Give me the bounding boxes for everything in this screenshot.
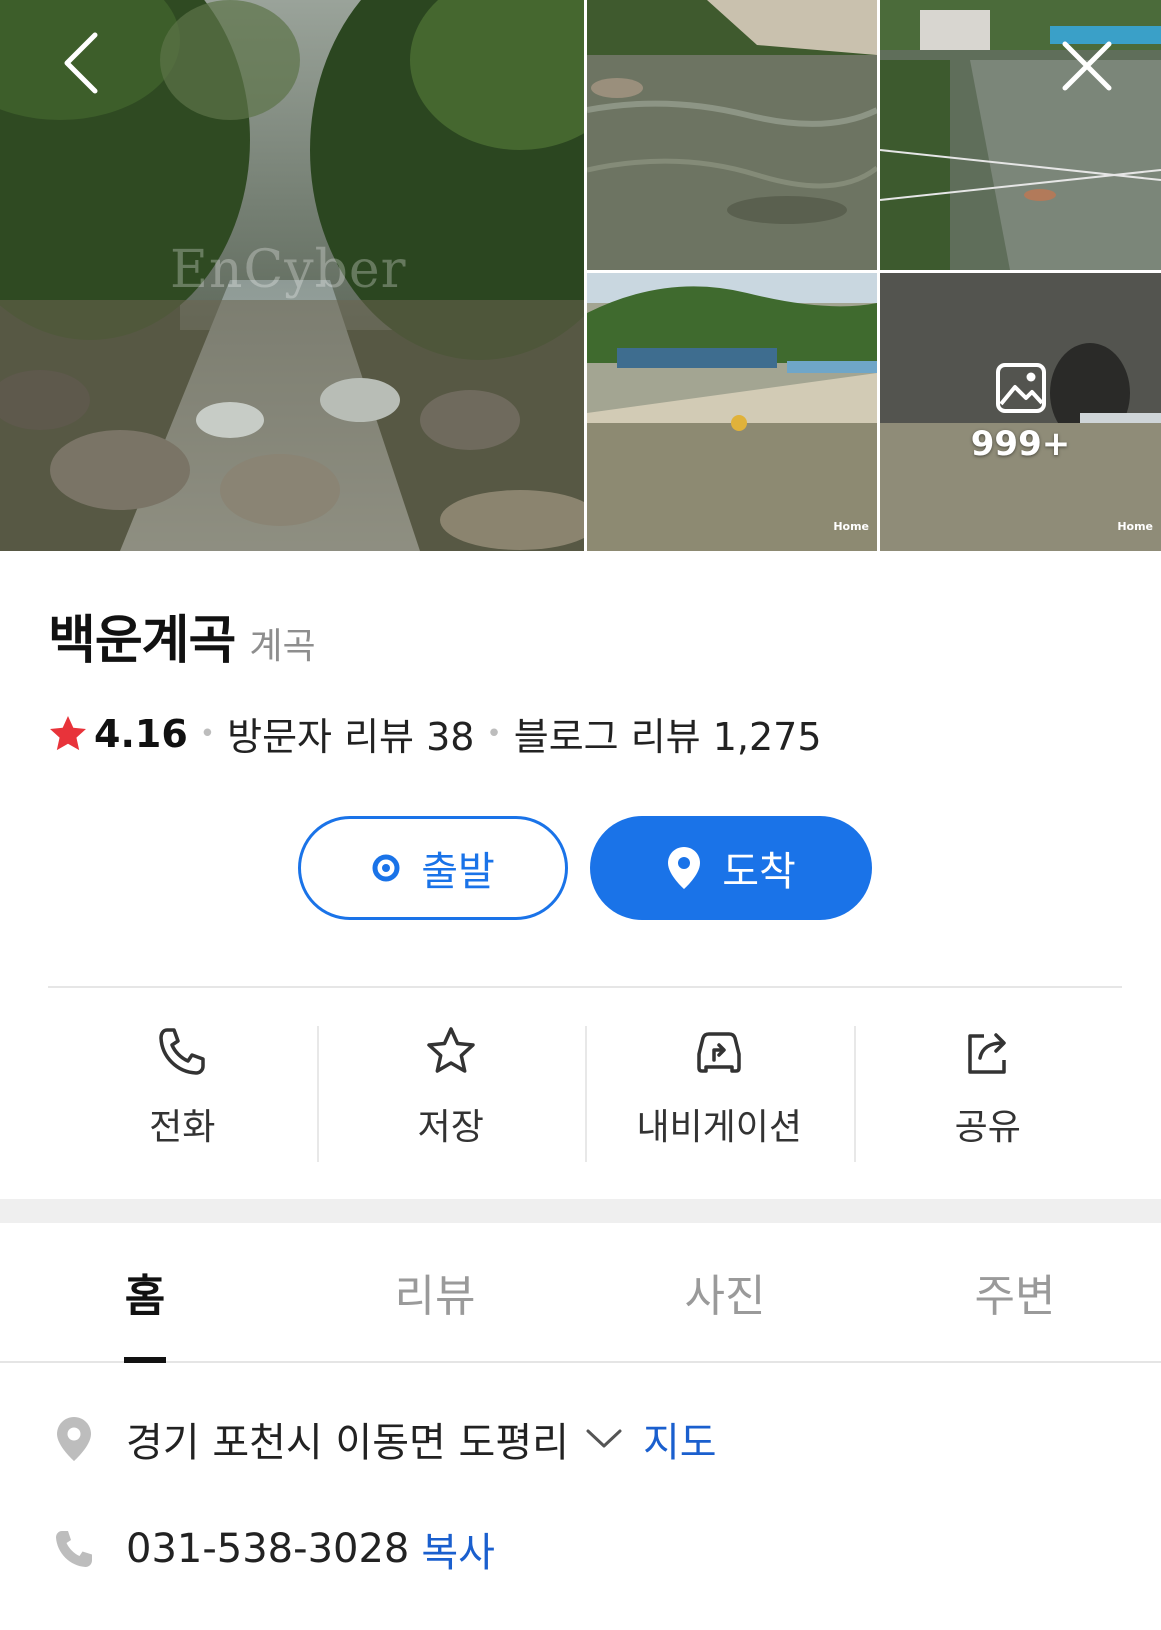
map-pin-icon xyxy=(666,845,702,891)
arrive-button[interactable]: 도착 xyxy=(590,816,872,920)
gallery-photo[interactable]: Home xyxy=(587,273,877,551)
place-category: 계곡 xyxy=(249,626,316,667)
chevron-down-icon[interactable] xyxy=(585,1428,623,1450)
star-outline-icon xyxy=(423,1024,479,1084)
close-icon xyxy=(1061,40,1113,96)
address-text: 경기 포천시 이동면 도평리 xyxy=(126,1420,569,1466)
call-label: 전화 xyxy=(149,1107,216,1148)
save-button[interactable]: 저장 xyxy=(316,1024,586,1164)
more-photos-overlay[interactable]: 999+ xyxy=(880,273,1161,551)
blog-reviews-link[interactable]: 블로그 리뷰 1,275 xyxy=(514,706,822,761)
call-button[interactable]: 전화 xyxy=(48,1024,317,1164)
image-icon xyxy=(993,360,1049,420)
tab-bar: 홈 리뷰 사진 주변 xyxy=(0,1223,1161,1363)
address-row: 경기 포천시 이동면 도평리 지도 xyxy=(52,1410,717,1468)
phone-icon xyxy=(52,1524,96,1574)
location-pin-icon xyxy=(52,1414,96,1464)
phone-number[interactable]: 031-538-3028 xyxy=(126,1526,409,1572)
share-button[interactable]: 공유 xyxy=(853,1024,1123,1164)
more-photos-count: 999+ xyxy=(970,424,1071,464)
separator-dot: • xyxy=(199,718,216,749)
share-label: 공유 xyxy=(954,1107,1021,1148)
origin-dot-icon xyxy=(371,853,401,883)
navigation-label: 내비게이션 xyxy=(636,1107,803,1148)
car-navigation-icon xyxy=(691,1024,747,1084)
navigation-button[interactable]: 내비게이션 xyxy=(585,1024,854,1164)
phone-row: 031-538-3028 복사 xyxy=(52,1520,495,1578)
place-name: 백운계곡 xyxy=(48,611,236,671)
photo-gallery: EnCyber Home Home 999+ xyxy=(0,0,1161,551)
section-separator xyxy=(0,1199,1161,1223)
phone-icon xyxy=(154,1024,210,1084)
tab-nearby[interactable]: 주변 xyxy=(870,1223,1160,1361)
tab-photos[interactable]: 사진 xyxy=(580,1223,870,1361)
photo-watermark: EnCyber xyxy=(170,240,407,300)
separator-dot: • xyxy=(486,718,502,749)
map-link[interactable]: 지도 xyxy=(643,1410,717,1468)
star-icon xyxy=(46,712,90,756)
share-icon xyxy=(960,1024,1016,1084)
copy-phone-link[interactable]: 복사 xyxy=(421,1520,495,1578)
tab-home[interactable]: 홈 xyxy=(0,1223,290,1361)
tab-reviews[interactable]: 리뷰 xyxy=(290,1223,580,1361)
depart-button[interactable]: 출발 xyxy=(298,816,568,920)
close-button[interactable] xyxy=(1052,33,1122,103)
section-divider xyxy=(48,986,1122,988)
rating-summary: 4.16 • 방문자 리뷰 38 • 블로그 리뷰 1,275 xyxy=(46,706,822,761)
back-button[interactable] xyxy=(46,30,116,100)
save-label: 저장 xyxy=(417,1107,484,1148)
home-watermark: Home xyxy=(833,520,869,533)
rating-value: 4.16 xyxy=(94,711,188,756)
chevron-left-icon xyxy=(61,32,101,98)
depart-label: 출발 xyxy=(421,849,495,895)
action-bar: 전화 저장 내비게이션 공유 xyxy=(48,1024,1122,1164)
place-header: 백운계곡 계곡 xyxy=(48,598,316,673)
arrive-label: 도착 xyxy=(722,849,796,895)
gallery-photo[interactable] xyxy=(587,0,877,270)
visitor-reviews-link[interactable]: 방문자 리뷰 38 xyxy=(227,706,474,761)
